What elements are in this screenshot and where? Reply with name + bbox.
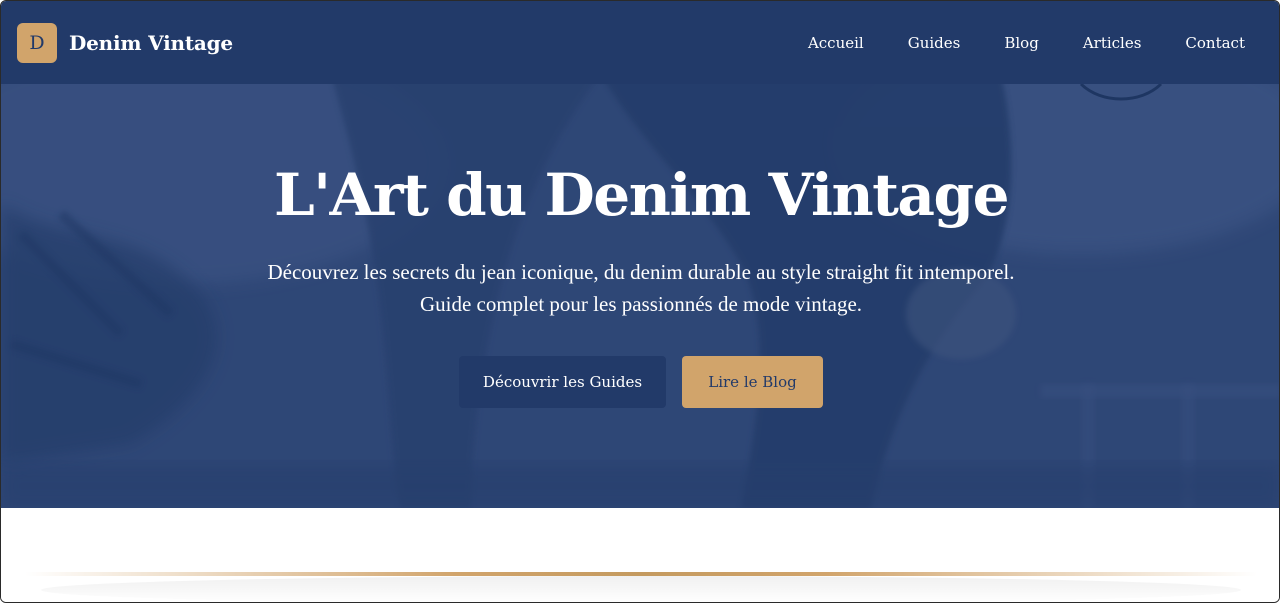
gold-divider [25,572,1257,576]
logo-badge[interactable]: D [17,22,57,63]
site-header: D Denim Vintage Accueil Guides Blog Arti… [1,1,1279,84]
main-nav: Accueil Guides Blog Articles Contact [808,34,1245,52]
brand[interactable]: D Denim Vintage [17,22,233,63]
nav-link-guides[interactable]: Guides [908,34,961,52]
discover-guides-button[interactable]: Découvrir les Guides [459,356,666,408]
brand-name[interactable]: Denim Vintage [69,31,233,55]
nav-link-accueil[interactable]: Accueil [808,34,864,52]
hero-buttons: Découvrir les Guides Lire le Blog [459,356,823,408]
hero-section: L'Art du Denim Vintage Découvrez les sec… [1,84,1279,508]
content-section [1,508,1279,602]
nav-link-contact[interactable]: Contact [1185,34,1245,52]
hero-title: L'Art du Denim Vintage [274,161,1009,229]
nav-link-blog[interactable]: Blog [1004,34,1038,52]
hero-content: L'Art du Denim Vintage Découvrez les sec… [1,84,1279,508]
read-blog-button[interactable]: Lire le Blog [682,356,823,408]
page: D Denim Vintage Accueil Guides Blog Arti… [0,0,1280,603]
divider-shadow [41,576,1241,602]
nav-link-articles[interactable]: Articles [1083,34,1142,52]
hero-subtitle: Découvrez les secrets du jean iconique, … [267,260,1015,316]
logo-letter: D [29,31,45,54]
